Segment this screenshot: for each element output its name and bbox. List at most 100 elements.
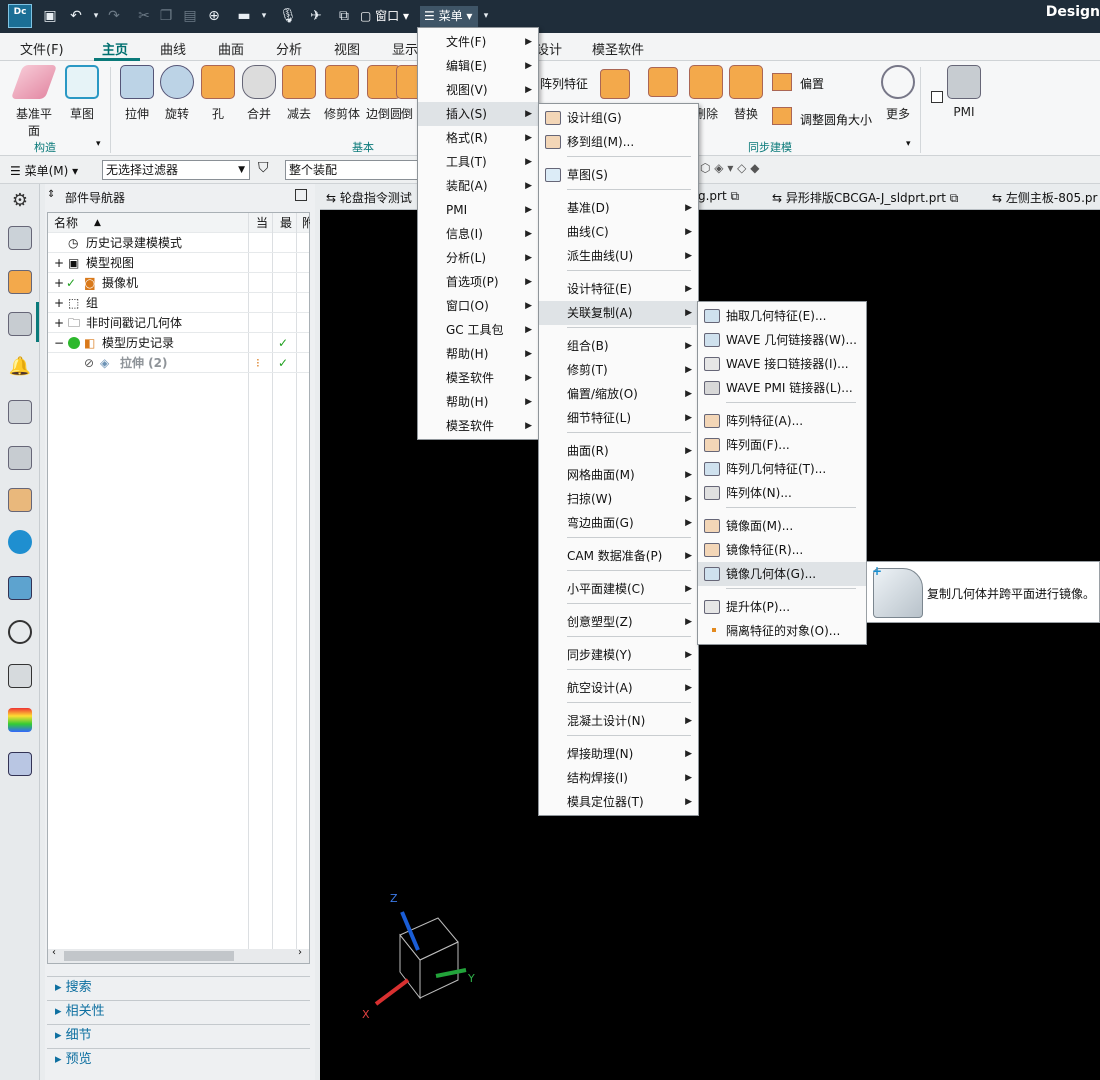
tree-row-history-mode[interactable]: ◷ 历史记录建模模式 [48,233,309,253]
menu-item-offset-scale[interactable]: 偏置/缩放(O) ▶ [539,382,698,406]
filter-menu-button[interactable]: ☰ 菜单(M) ▾ [10,162,78,179]
menu-item-mosheng-software[interactable]: 模圣软件 ▶ [418,366,538,390]
menu-item-mirror-face[interactable]: 镜像面(M)... [698,514,866,538]
menu-button[interactable]: ☰ 菜单 ▾ [420,6,478,27]
selection-tools-icons[interactable]: ⬡ ◈ ▾ ◇ ◆ [700,161,820,179]
tab-home[interactable]: 主页 [102,39,128,58]
process-studio-icon[interactable] [8,488,32,512]
menu-item-window[interactable]: 窗口(O) ▶ [418,294,538,318]
more-button[interactable]: 更多 [876,65,920,122]
assembly-scope-select[interactable]: 整个装配 [285,160,418,180]
column-name[interactable]: 名称 [54,213,78,233]
menu-item-view[interactable]: 视图(V) ▶ [418,78,538,102]
menu-item-structure-welding[interactable]: 结构焊接(I) ▶ [539,766,698,790]
expand-icon[interactable]: + [54,273,64,293]
replace-face-button[interactable]: 替换 [724,65,768,122]
tab-file[interactable]: 文件(F) [20,39,64,58]
part-navigator-icon[interactable] [8,312,32,336]
menu-item-wave-pmi-linker[interactable]: WAVE PMI 链接器(L)... [698,376,866,400]
scroll-left-icon[interactable]: ‹ [52,947,56,958]
pmi-button[interactable]: PMI [942,65,986,119]
menu-item-detail-feature[interactable]: 细节特征(L) ▶ [539,406,698,430]
menu-item-weld-assistant[interactable]: 焊接助理(N) ▶ [539,742,698,766]
subtract-button[interactable]: 减去 [277,65,321,122]
menu-item-nx-realize-shape[interactable]: 创意塑型(Z) ▶ [539,610,698,634]
menu-item-help-2[interactable]: 帮助(H) ▶ [418,390,538,414]
menu-item-sweep[interactable]: 扫掠(W) ▶ [539,487,698,511]
menu-item-trim[interactable]: 修剪(T) ▶ [539,358,698,382]
menu-item-assembly[interactable]: 装配(A) ▶ [418,174,538,198]
role-icon[interactable] [8,752,32,776]
touch-mode-icon[interactable]: ✈ [306,6,326,26]
menu-item-curve[interactable]: 曲线(C) ▶ [539,220,698,244]
web-browser-icon[interactable] [8,576,32,600]
menu-item-mirror-feature[interactable]: 镜像特征(R)... [698,538,866,562]
menu-item-format[interactable]: 格式(R) ▶ [418,126,538,150]
menu-item-pattern-body[interactable]: 阵列体(N)... [698,481,866,505]
menu-item-pattern-feature[interactable]: 阵列特征(A)... [698,409,866,433]
menu-item-tools[interactable]: 工具(T) ▶ [418,150,538,174]
pmi-navigator-icon[interactable] [8,446,32,470]
menu-item-pattern-face[interactable]: 阵列面(F)... [698,433,866,457]
window-switch-icon[interactable]: ⧉ [334,6,354,26]
tab-analysis[interactable]: 分析 [276,39,302,58]
window-menu-button[interactable]: ▢ 窗口 ▾ [360,6,409,26]
menu-item-promote-body[interactable]: 提升体(P)... [698,595,866,619]
tree-row-groups[interactable]: + ⬚ 组 [48,293,309,313]
menu-item-mirror-geometry[interactable]: 镜像几何体(G)... [698,562,866,586]
menu-item-concrete-design[interactable]: 混凝土设计(N) ▶ [539,709,698,733]
menu-item-gc-toolkit[interactable]: GC 工具包 ▶ [418,318,538,342]
expand-icon[interactable]: + [54,313,64,333]
filter-funnel-icon[interactable]: ⛉ [258,160,269,176]
collapse-handle-icon[interactable]: ⇕ [47,189,55,200]
type-filter-select[interactable]: 无选择过滤器 ▼ [102,160,250,180]
chamfer-button[interactable]: 倒 [396,65,418,122]
menu-item-combine[interactable]: 组合(B) ▶ [539,334,698,358]
menu-item-cam-data-prep[interactable]: CAM 数据准备(P) ▶ [539,544,698,568]
menu-item-derived-curve[interactable]: 派生曲线(U) ▶ [539,244,698,268]
menu-item-datum[interactable]: 基准(D) ▶ [539,196,698,220]
color-palette-icon[interactable] [8,708,32,732]
menu-item-analysis[interactable]: 分析(L) ▶ [418,246,538,270]
menu-item-flange-surface[interactable]: 弯边曲面(G) ▶ [539,511,698,535]
unite-button[interactable]: 合并 [237,65,281,122]
menu-item-extract-geometry[interactable]: 抽取几何特征(E)... [698,304,866,328]
file-tab[interactable]: ⇆ 异形排版CBCGA-J_sldprt.prt ⧉ [772,189,958,206]
menu-item-help[interactable]: 帮助(H) ▶ [418,342,538,366]
menu-item-insert[interactable]: 插入(S) ▶ [418,102,538,126]
datum-plane-button[interactable]: 基准平面 [10,65,58,139]
hole-button[interactable]: 孔 [196,65,240,122]
file-tab[interactable]: g.prt ⧉ [698,189,739,204]
constraint-navigator-icon[interactable] [8,270,32,294]
tab-design[interactable]: 设计 [536,39,562,58]
section-search[interactable]: ▸ 搜索 [47,976,310,998]
file-tab[interactable]: ⇆ 轮盘指令测试 [326,189,412,206]
column-latest[interactable]: 最 [280,213,292,233]
menu-item-mosheng-software-2[interactable]: 模圣软件 ▶ [418,414,538,438]
measure-icon[interactable]: ▬ [234,6,254,26]
quick-access-customize-icon[interactable]: ▾ [476,6,496,26]
tree-row-extrude[interactable]: ⊘ ◈ 拉伸 (2) ⁝ ✓ [48,353,309,373]
tree-row-model-history[interactable]: − ◧ 模型历史记录 ✓ [48,333,309,353]
menu-item-edit[interactable]: 编辑(E) ▶ [418,54,538,78]
move-face-icon[interactable] [648,67,678,97]
file-tab[interactable]: ⇆ 左侧主板-805.pr [992,189,1097,206]
menu-item-file[interactable]: 文件(F) ▶ [418,30,538,54]
tab-mosheng-software[interactable]: 模圣软件 [592,39,644,58]
tab-display[interactable]: 显示 [392,39,418,58]
tree-row-model-views[interactable]: + ▣ 模型视图 [48,253,309,273]
expand-icon[interactable]: + [54,293,64,313]
menu-item-information[interactable]: 信息(I) ▶ [418,222,538,246]
column-attached[interactable]: 附 [302,213,310,233]
tree-row-unused-items[interactable]: + 🗀 非时间戳记几何体 [48,313,309,333]
group-construct-dropdown-icon[interactable]: ▾ [96,139,101,149]
undo-icon[interactable]: ↶ [66,6,86,26]
pattern-feature-button[interactable]: 阵列特征 [540,75,588,92]
extrude-button[interactable]: 拉伸 [115,65,159,122]
group-sync-dropdown-icon[interactable]: ▾ [906,139,911,149]
tab-curve[interactable]: 曲线 [160,39,186,58]
section-dependencies[interactable]: ▸ 相关性 [47,1000,310,1022]
menu-item-preferences[interactable]: 首选项(P) ▶ [418,270,538,294]
section-details[interactable]: ▸ 细节 [47,1024,310,1046]
reuse-library-icon[interactable] [8,400,32,424]
